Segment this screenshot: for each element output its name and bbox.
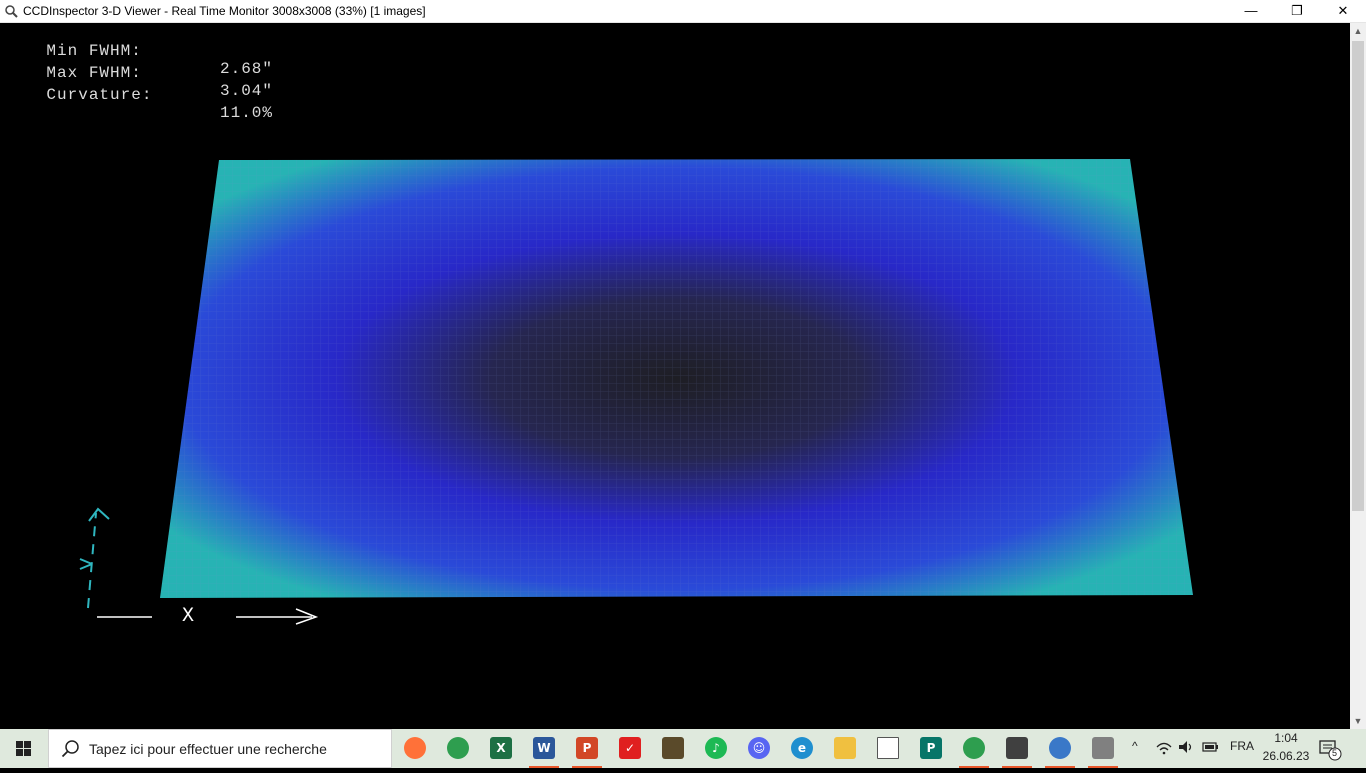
ccdinspector-icon	[1092, 737, 1114, 759]
edge-icon: e	[791, 737, 813, 759]
notification-icon	[1319, 740, 1342, 761]
battery-icon[interactable]	[1202, 741, 1220, 753]
scroll-up-arrow-icon[interactable]: ▲	[1350, 23, 1366, 39]
app-icon	[5, 5, 18, 18]
taskbar-app-word[interactable]: W	[523, 729, 565, 768]
minimize-button[interactable]: —	[1228, 0, 1274, 22]
taskbar-app-powerpoint[interactable]: P	[566, 729, 608, 768]
taskbar-app-minecraft[interactable]	[652, 729, 694, 768]
taskbar-app-antivirus[interactable]: ✓	[609, 729, 651, 768]
x-axis-label: X	[182, 605, 195, 628]
min-fwhm-value: 2.68"	[220, 60, 274, 78]
minecraft-icon	[662, 737, 684, 759]
taskbar-search-box[interactable]: Tapez ici pour effectuer une recherche	[48, 729, 392, 768]
wifi-icon[interactable]	[1156, 741, 1172, 755]
firefox-icon	[404, 737, 426, 759]
antivirus-icon: ✓	[619, 737, 641, 759]
excel-icon: X	[490, 737, 512, 759]
taskbar-app-orbit-app[interactable]	[1039, 729, 1081, 768]
clock-time[interactable]: 1:04	[1262, 731, 1310, 745]
discord-icon: ☺	[748, 737, 770, 759]
scrollbar-thumb[interactable]	[1352, 41, 1364, 511]
chrome-2-icon	[963, 737, 985, 759]
notification-center-button[interactable]: 5	[1318, 737, 1342, 761]
curvature-label: Curvature:	[46, 86, 153, 104]
publisher-icon: P	[920, 737, 942, 759]
window-title: CCDInspector 3-D Viewer - Real Time Moni…	[23, 4, 426, 18]
taskbar: Tapez ici pour effectuer une recherche X…	[0, 729, 1366, 768]
taskbar-app-firefox[interactable]	[394, 729, 436, 768]
tray-chevron-icon[interactable]: ^	[1132, 739, 1138, 753]
taskbar-app-discord[interactable]: ☺	[738, 729, 780, 768]
volume-icon[interactable]	[1178, 740, 1194, 754]
chrome-icon	[447, 737, 469, 759]
axis-indicator	[79, 507, 110, 609]
taskbar-app-excel[interactable]: X	[480, 729, 522, 768]
y-axis-arrowhead	[88, 507, 110, 522]
max-fwhm-value: 3.04"	[220, 82, 274, 100]
taskbar-app-chrome-2[interactable]	[953, 729, 995, 768]
fwhm-surface	[79, 159, 1193, 625]
title-bar: CCDInspector 3-D Viewer - Real Time Moni…	[0, 0, 1366, 23]
search-placeholder: Tapez ici pour effectuer une recherche	[89, 741, 327, 757]
maximize-button[interactable]: ❐	[1274, 0, 1320, 22]
taskbar-app-spotify[interactable]: ♪	[695, 729, 737, 768]
taskbar-app-file-explorer[interactable]	[824, 729, 866, 768]
language-indicator[interactable]: FRA	[1230, 739, 1254, 753]
orbit-app-icon	[1049, 737, 1071, 759]
y-label-stroke-2	[79, 563, 93, 570]
y-label-stroke-1	[79, 558, 93, 565]
taskbar-app-ccdinspector[interactable]	[1082, 729, 1124, 768]
taskbar-app-edge[interactable]: e	[781, 729, 823, 768]
curvature-value: 11.0%	[220, 104, 274, 122]
clock-date[interactable]: 26.06.23	[1258, 749, 1314, 763]
3d-viewer-canvas[interactable]: Min FWHM: 2.68" Max FWHM: 3.04" Curvatur…	[0, 23, 1350, 729]
windows-logo-icon	[16, 741, 31, 756]
file-explorer-icon	[834, 737, 856, 759]
surface-mesh	[160, 159, 1193, 598]
y-axis-line	[87, 512, 97, 609]
spotify-icon: ♪	[705, 737, 727, 759]
powerpoint-icon: P	[576, 737, 598, 759]
start-button[interactable]	[0, 729, 48, 768]
taskbar-app-publisher[interactable]: P	[910, 729, 952, 768]
scroll-down-arrow-icon[interactable]: ▼	[1350, 713, 1366, 729]
taskbar-app-image-app[interactable]	[996, 729, 1038, 768]
x-axis-indicator	[97, 608, 319, 625]
taskbar-app-document[interactable]	[867, 729, 909, 768]
search-icon	[61, 740, 79, 758]
vertical-scrollbar[interactable]: ▲ ▼	[1350, 23, 1366, 729]
curvature-stat: Curvature: 11.0%	[4, 68, 272, 140]
taskbar-app-chrome[interactable]	[437, 729, 479, 768]
close-button[interactable]: ✕	[1320, 0, 1366, 22]
notification-count: 5	[1332, 748, 1338, 758]
word-icon: W	[533, 737, 555, 759]
image-app-icon	[1006, 737, 1028, 759]
document-icon	[877, 737, 899, 759]
